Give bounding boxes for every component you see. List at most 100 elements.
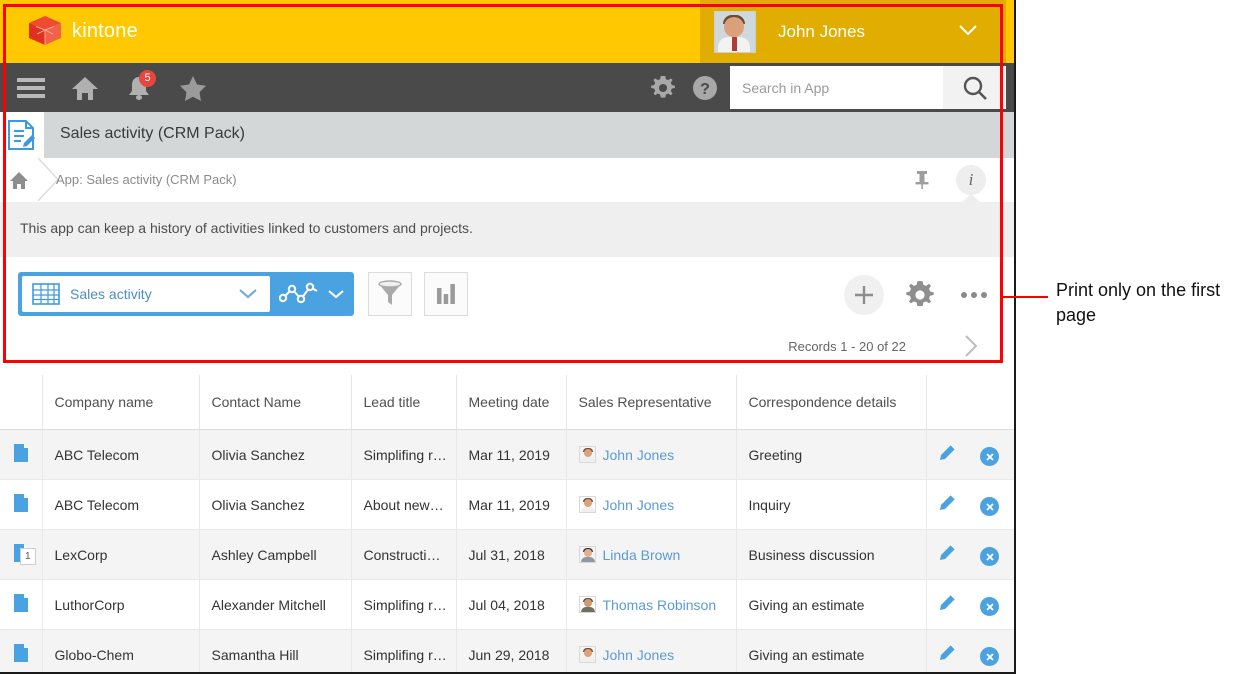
cell-contact-name: Olivia Sanchez bbox=[199, 480, 351, 530]
column-header-icon bbox=[0, 375, 42, 430]
app-title-bar: Sales activity (CRM Pack) bbox=[0, 112, 1016, 158]
row-icon-cell[interactable]: 1 bbox=[0, 530, 42, 580]
annotation-leader-line bbox=[1003, 296, 1048, 298]
column-header-meeting-date[interactable]: Meeting date bbox=[456, 375, 566, 430]
app-info-button[interactable]: i bbox=[956, 165, 986, 195]
pencil-edit-icon[interactable] bbox=[939, 543, 957, 561]
hamburger-menu-button[interactable] bbox=[8, 65, 54, 111]
table-row[interactable]: 1 LexCorp Ashley Campbell Constructi… Ju… bbox=[0, 530, 1014, 580]
view-selector[interactable]: Sales activity bbox=[18, 272, 354, 316]
row-icon-cell[interactable] bbox=[0, 580, 42, 630]
cell-company-name[interactable]: Globo-Chem bbox=[42, 630, 199, 674]
home-button[interactable] bbox=[62, 65, 108, 111]
column-header-correspondence-details[interactable]: Correspondence details bbox=[736, 375, 926, 430]
help-button[interactable]: ? bbox=[684, 65, 726, 111]
breadcrumb-home-link[interactable] bbox=[8, 169, 30, 191]
breadcrumb-path[interactable]: App: Sales activity (CRM Pack) bbox=[56, 172, 237, 187]
add-record-button[interactable] bbox=[844, 275, 884, 315]
notifications-button[interactable]: 5 bbox=[116, 65, 162, 111]
table-row[interactable]: Globo-Chem Samantha Hill Simplifing r… J… bbox=[0, 630, 1014, 674]
record-document-icon bbox=[13, 493, 29, 513]
column-header-company-name[interactable]: Company name bbox=[42, 375, 199, 430]
delete-x-icon[interactable] bbox=[980, 447, 999, 466]
chart-button[interactable] bbox=[424, 272, 468, 316]
page-root: kintone John Jones bbox=[0, 0, 1251, 674]
cell-company-name[interactable]: LexCorp bbox=[42, 530, 199, 580]
screenshot-frame: kintone John Jones bbox=[0, 0, 1016, 674]
cell-lead-title[interactable]: Constructi… bbox=[351, 530, 456, 580]
cell-lead-title[interactable]: About new… bbox=[351, 480, 456, 530]
view-selector-main[interactable]: Sales activity bbox=[22, 276, 270, 312]
cell-meeting-date: Mar 11, 2019 bbox=[456, 480, 566, 530]
chevron-down-icon bbox=[327, 289, 345, 300]
table-body: ABC Telecom Olivia Sanchez Simplifing r…… bbox=[0, 430, 1014, 674]
delete-x-icon[interactable] bbox=[980, 497, 999, 516]
table-row[interactable]: LuthorCorp Alexander Mitchell Simplifing… bbox=[0, 580, 1014, 630]
search-input[interactable] bbox=[730, 79, 939, 97]
cell-contact-name: Ashley Campbell bbox=[199, 530, 351, 580]
avatar bbox=[579, 596, 596, 613]
pin-button[interactable] bbox=[910, 169, 934, 191]
app-settings-button[interactable] bbox=[902, 277, 938, 313]
pencil-edit-icon[interactable] bbox=[939, 643, 957, 661]
delete-x-icon[interactable] bbox=[980, 597, 999, 616]
gear-icon bbox=[905, 280, 935, 310]
rep-name: Thomas Robinson bbox=[603, 597, 717, 613]
search-field-wrapper[interactable] bbox=[730, 66, 943, 109]
avatar bbox=[579, 496, 596, 513]
home-icon bbox=[71, 75, 99, 101]
cell-actions bbox=[926, 630, 1014, 674]
breadcrumb-bar: App: Sales activity (CRM Pack) i bbox=[0, 158, 1016, 203]
more-options-button[interactable] bbox=[956, 277, 992, 313]
settings-button[interactable] bbox=[642, 65, 684, 111]
cell-lead-title[interactable]: Simplifing r… bbox=[351, 430, 456, 480]
pencil-edit-icon[interactable] bbox=[939, 593, 957, 611]
cell-actions bbox=[926, 530, 1014, 580]
column-header-sales-representative[interactable]: Sales Representative bbox=[566, 375, 736, 430]
graph-view-button[interactable] bbox=[270, 272, 354, 316]
pencil-edit-icon[interactable] bbox=[939, 443, 957, 461]
records-table-wrapper: Company name Contact Name Lead title Mee… bbox=[0, 375, 1016, 674]
cell-company-name[interactable]: ABC Telecom bbox=[42, 430, 199, 480]
ellipsis-more-icon bbox=[961, 292, 967, 298]
row-icon-cell[interactable] bbox=[0, 430, 42, 480]
cell-sales-representative[interactable]: Thomas Robinson bbox=[566, 580, 736, 630]
delete-x-icon[interactable] bbox=[980, 647, 999, 666]
user-avatar bbox=[714, 11, 756, 53]
brand-area[interactable]: kintone bbox=[28, 16, 138, 46]
cell-company-name[interactable]: ABC Telecom bbox=[42, 480, 199, 530]
cell-lead-title[interactable]: Simplifing r… bbox=[351, 580, 456, 630]
chevron-down-icon bbox=[958, 24, 978, 37]
row-icon-cell[interactable] bbox=[0, 630, 42, 674]
search-submit-button[interactable] bbox=[943, 66, 1006, 109]
user-menu[interactable]: John Jones bbox=[700, 0, 1006, 63]
cell-sales-representative[interactable]: John Jones bbox=[566, 480, 736, 530]
favorites-button[interactable] bbox=[170, 65, 216, 111]
cell-company-name[interactable]: LuthorCorp bbox=[42, 580, 199, 630]
annotation-text: Print only on the first page bbox=[1056, 278, 1246, 328]
toolbar-right-actions bbox=[844, 275, 992, 315]
cell-sales-representative[interactable]: John Jones bbox=[566, 430, 736, 480]
notification-badge: 5 bbox=[139, 70, 156, 87]
record-document-icon bbox=[13, 593, 29, 613]
view-selector-label: Sales activity bbox=[70, 286, 152, 302]
table-row[interactable]: ABC Telecom Olivia Sanchez Simplifing r…… bbox=[0, 430, 1014, 480]
cell-lead-title[interactable]: Simplifing r… bbox=[351, 630, 456, 674]
avatar bbox=[579, 546, 596, 563]
table-header-row: Company name Contact Name Lead title Mee… bbox=[0, 375, 1014, 430]
graph-line-icon bbox=[279, 282, 321, 306]
column-header-lead-title[interactable]: Lead title bbox=[351, 375, 456, 430]
star-icon bbox=[179, 75, 207, 101]
column-header-contact-name[interactable]: Contact Name bbox=[199, 375, 351, 430]
next-page-button[interactable] bbox=[956, 333, 986, 359]
table-row[interactable]: ABC Telecom Olivia Sanchez About new… Ma… bbox=[0, 480, 1014, 530]
row-icon-cell[interactable] bbox=[0, 480, 42, 530]
filter-button[interactable] bbox=[368, 272, 412, 316]
nav-left-icons: 5 bbox=[8, 63, 216, 112]
cell-sales-representative[interactable]: Linda Brown bbox=[566, 530, 736, 580]
cell-sales-representative[interactable]: John Jones bbox=[566, 630, 736, 674]
pencil-edit-icon[interactable] bbox=[939, 493, 957, 511]
gear-icon bbox=[650, 75, 676, 101]
cell-actions bbox=[926, 430, 1014, 480]
delete-x-icon[interactable] bbox=[980, 547, 999, 566]
